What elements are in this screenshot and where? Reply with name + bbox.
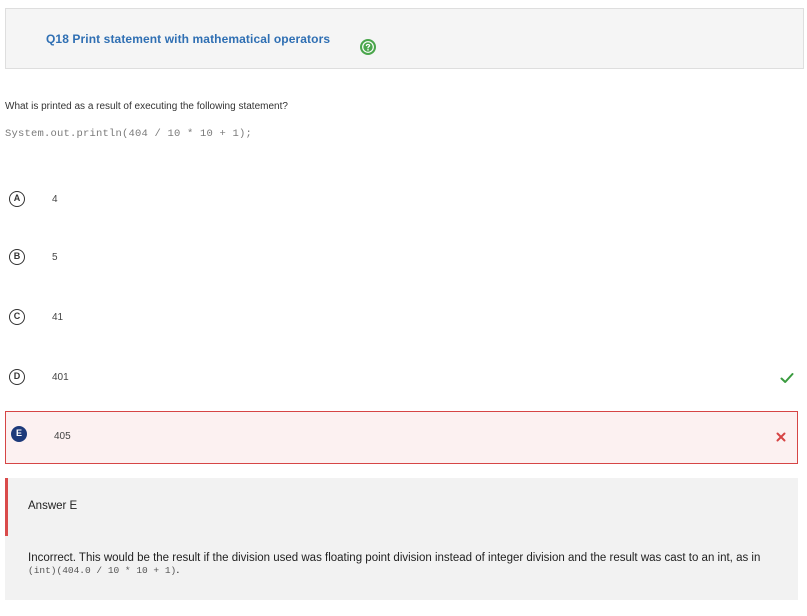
feedback-title: Answer E: [28, 500, 78, 512]
option-text-a: 4: [52, 194, 58, 205]
option-letter-a: A: [9, 191, 25, 207]
question-title: Q18 Print statement with mathematical op…: [46, 32, 331, 46]
question-prompt: What is printed as a result of executing…: [5, 101, 288, 112]
answer-option-a[interactable]: A 4: [5, 180, 798, 220]
close-icon: [776, 432, 786, 442]
answer-option-c[interactable]: C 41: [5, 298, 798, 338]
answer-option-b[interactable]: B 5: [5, 238, 798, 278]
check-icon: [780, 373, 794, 383]
option-letter-d: D: [9, 369, 25, 385]
answer-option-d[interactable]: D 401: [5, 358, 798, 398]
answer-feedback: Answer E Incorrect. This would be the re…: [5, 478, 798, 600]
feedback-explanation: Incorrect. This would be the result if t…: [28, 552, 768, 577]
option-text-c: 41: [52, 312, 64, 323]
answer-option-e[interactable]: E 405: [5, 411, 798, 464]
feedback-code: (int)(404.0 / 10 * 10 + 1): [28, 565, 177, 576]
question-header: Q18 Print statement with mathematical op…: [5, 8, 804, 69]
help-icon[interactable]: [360, 39, 376, 55]
option-text-d: 401: [52, 372, 69, 383]
feedback-accent-bar: [5, 478, 8, 536]
option-text-e: 405: [54, 431, 71, 442]
feedback-text-end: .: [176, 564, 180, 576]
question-code: System.out.println(404 / 10 * 10 + 1);: [5, 128, 253, 140]
option-letter-e: E: [11, 426, 27, 442]
option-letter-c: C: [9, 309, 25, 325]
option-letter-b: B: [9, 249, 25, 265]
feedback-text: Incorrect. This would be the result if t…: [28, 552, 761, 564]
help-icon-glyph: [362, 41, 374, 53]
option-text-b: 5: [52, 252, 58, 263]
